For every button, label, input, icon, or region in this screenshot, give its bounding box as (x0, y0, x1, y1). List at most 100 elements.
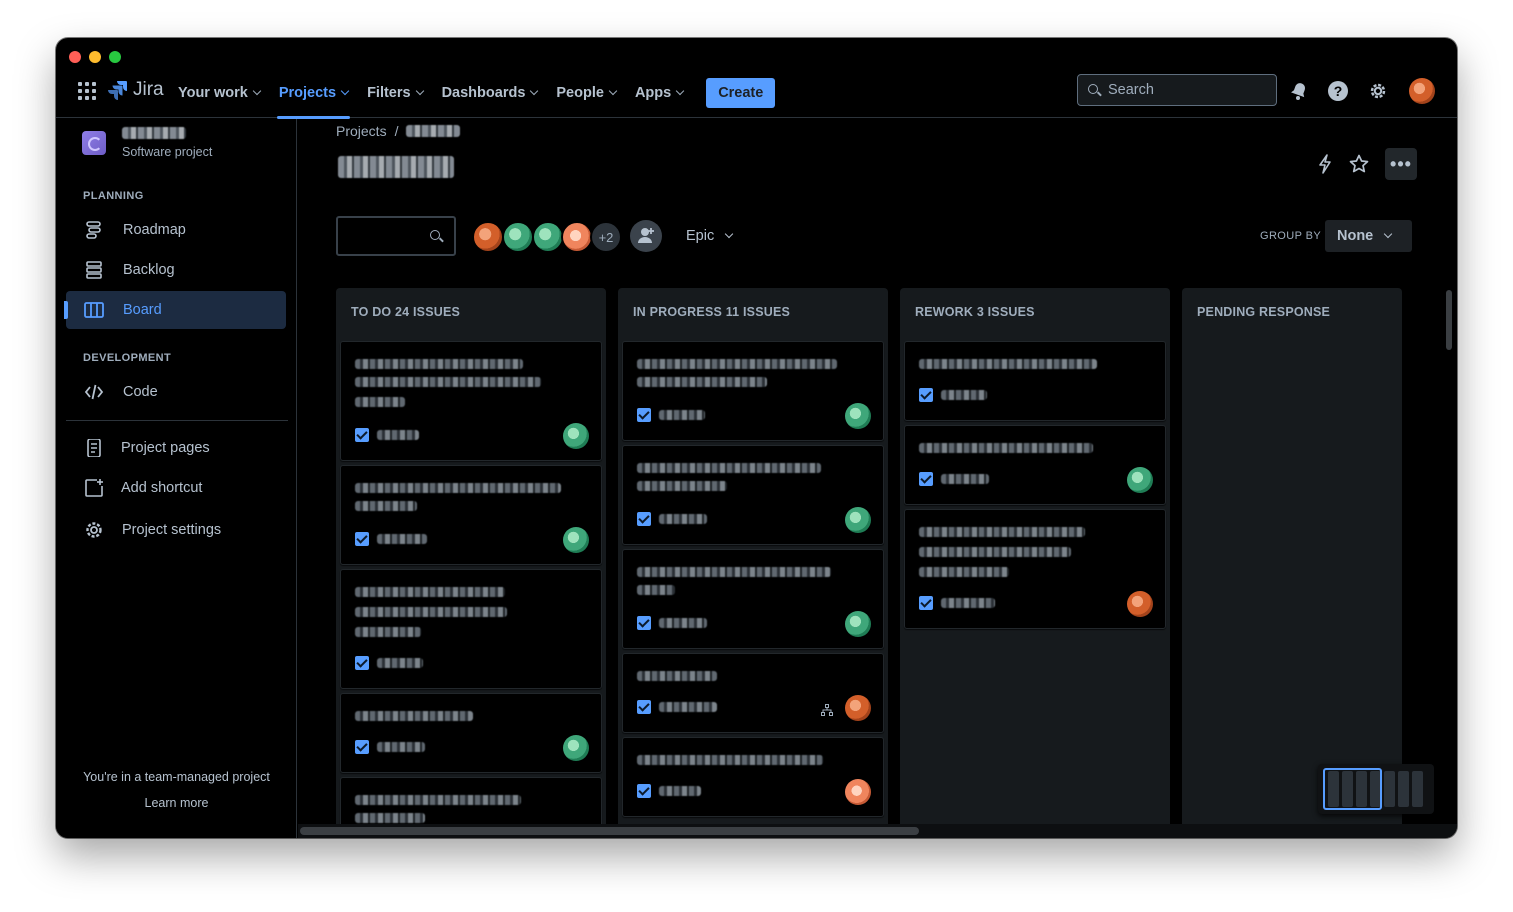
project-header[interactable]: Software project (82, 127, 212, 159)
assignee-avatar[interactable] (563, 735, 589, 761)
project-name-redacted (122, 127, 186, 139)
jira-logo-icon (108, 81, 127, 100)
issue-card[interactable] (622, 445, 884, 545)
task-type-icon (637, 616, 651, 630)
minimize-window-button[interactable] (89, 51, 101, 63)
assignee-avatar[interactable] (563, 423, 589, 449)
issue-summary-redacted (637, 567, 831, 577)
sidebar-item-add-shortcut[interactable]: Add shortcut (66, 469, 286, 507)
sidebar-item-label: Code (123, 384, 158, 400)
issue-card[interactable] (622, 549, 884, 649)
breadcrumb-project-redacted[interactable] (406, 125, 461, 137)
jira-logo[interactable]: Jira (108, 79, 164, 101)
assignee-avatar-filter[interactable] (532, 221, 564, 253)
issue-summary-redacted (919, 567, 1009, 577)
assignee-avatar[interactable] (845, 779, 871, 805)
issue-card[interactable] (340, 569, 602, 689)
nav-dashboards[interactable]: Dashboards (442, 68, 539, 118)
board-search-input[interactable] (336, 216, 456, 256)
issue-card[interactable] (904, 341, 1166, 421)
issue-summary-redacted (637, 585, 675, 595)
issue-summary-redacted (637, 481, 727, 491)
top-navigation: Jira Your work Projects Filters Dashboar… (56, 68, 1457, 119)
board-vertical-scrollbar[interactable] (1446, 290, 1452, 350)
board-horizontal-scrollbar[interactable] (300, 827, 919, 835)
search-icon (1088, 84, 1098, 94)
automation-lightning-icon[interactable] (1314, 148, 1336, 180)
nav-filters[interactable]: Filters (367, 68, 424, 118)
issue-card[interactable] (622, 653, 884, 733)
issue-summary-redacted (355, 359, 523, 369)
settings-gear-icon[interactable] (1367, 80, 1389, 102)
minimap-viewport[interactable] (1323, 768, 1382, 810)
issue-key-redacted (941, 474, 989, 484)
sidebar-item-board[interactable]: Board (64, 291, 286, 329)
column-todo: TO DO 24 ISSUES (336, 288, 606, 824)
assignee-avatar[interactable] (845, 611, 871, 637)
sidebar-item-code[interactable]: Code (66, 373, 286, 411)
issue-summary-redacted (637, 755, 823, 765)
task-type-icon (355, 428, 369, 442)
epic-filter-label: Epic (686, 228, 715, 244)
issue-card[interactable] (340, 465, 602, 565)
nav-people[interactable]: People (556, 68, 618, 118)
column-title: PENDING RESPONSE (1197, 305, 1331, 319)
notifications-icon[interactable] (1288, 80, 1310, 102)
assignee-avatar-filter[interactable] (561, 221, 593, 253)
issue-card[interactable] (622, 341, 884, 441)
assignee-avatar-filter[interactable] (472, 221, 504, 253)
sidebar-item-project-settings[interactable]: Project settings (66, 511, 286, 549)
issue-summary-redacted (637, 463, 821, 473)
task-type-icon (919, 472, 933, 486)
close-window-button[interactable] (69, 51, 81, 63)
search-input[interactable]: Search (1077, 74, 1277, 106)
issue-key-redacted (377, 430, 419, 440)
assignee-avatar-filter[interactable] (502, 221, 534, 253)
sidebar-item-roadmap[interactable]: Roadmap (66, 211, 286, 249)
chevron-down-icon (1384, 229, 1393, 239)
issue-key-redacted (941, 598, 995, 608)
help-icon[interactable]: ? (1327, 80, 1349, 102)
assignee-avatar[interactable] (563, 527, 589, 553)
nav-projects[interactable]: Projects (276, 68, 351, 119)
issue-summary-redacted (355, 377, 541, 387)
assignee-avatar[interactable] (845, 695, 871, 721)
sidebar-item-project-pages[interactable]: Project pages (66, 429, 286, 467)
zoom-window-button[interactable] (109, 51, 121, 63)
chevron-down-icon (675, 86, 685, 96)
issue-card[interactable] (904, 509, 1166, 629)
sidebar-item-backlog[interactable]: Backlog (66, 251, 286, 289)
nav-your-work[interactable]: Your work (178, 68, 262, 118)
issue-card[interactable] (340, 777, 602, 824)
issue-key-redacted (377, 742, 425, 752)
issue-card[interactable] (904, 425, 1166, 505)
nav-apps[interactable]: Apps (635, 68, 685, 118)
column-title: REWORK 3 ISSUES (915, 305, 1035, 319)
assignee-avatar[interactable] (845, 403, 871, 429)
assignee-avatar[interactable] (1127, 591, 1153, 617)
user-avatar[interactable] (1409, 78, 1435, 104)
more-actions-button[interactable]: ••• (1385, 148, 1417, 180)
more-assignees-button[interactable]: +2 (590, 221, 622, 253)
issue-card[interactable] (622, 737, 884, 817)
breadcrumb-projects-link[interactable]: Projects (336, 123, 387, 139)
board-minimap[interactable] (1318, 764, 1434, 814)
column-title: IN PROGRESS 11 ISSUES (633, 305, 791, 319)
chevron-down-icon (608, 86, 618, 96)
issue-card[interactable] (340, 341, 602, 461)
minimap-column (1412, 771, 1423, 807)
create-button[interactable]: Create (706, 78, 776, 108)
app-switcher-icon[interactable] (78, 82, 96, 100)
group-by-select[interactable]: None (1325, 220, 1412, 252)
minimap-column (1398, 771, 1409, 807)
assignee-avatar[interactable] (845, 507, 871, 533)
assignee-avatar[interactable] (1127, 467, 1153, 493)
add-people-button[interactable] (630, 220, 662, 252)
sidebar-divider (66, 420, 288, 421)
star-icon[interactable] (1347, 148, 1371, 180)
learn-more-link[interactable]: Learn more (56, 796, 297, 810)
issue-summary-redacted (355, 501, 417, 511)
issue-card[interactable] (340, 693, 602, 773)
epic-filter-dropdown[interactable]: Epic (686, 228, 734, 244)
nav-menu: Your work Projects Filters Dashboards Pe… (178, 68, 776, 119)
